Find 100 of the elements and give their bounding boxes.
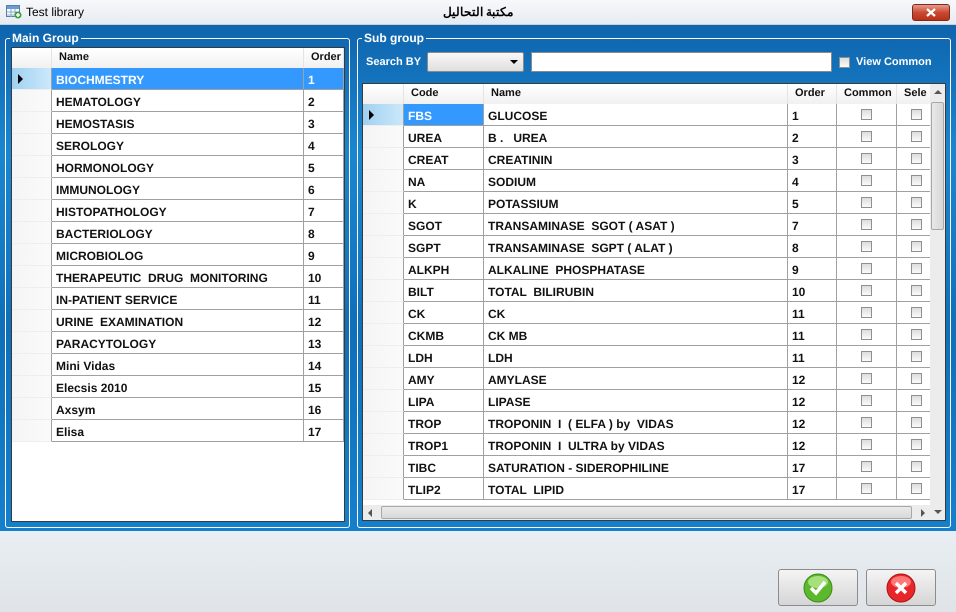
select-checkbox[interactable] bbox=[911, 153, 922, 164]
common-checkbox[interactable] bbox=[861, 483, 872, 494]
close-icon bbox=[886, 572, 916, 602]
table-cell: TIBC bbox=[404, 456, 484, 478]
table-cell: SGOT bbox=[404, 214, 484, 236]
table-cell: 12 bbox=[788, 412, 837, 434]
table-cell: TLIP2 bbox=[404, 478, 484, 500]
select-checkbox[interactable] bbox=[911, 285, 922, 296]
table-cell: 10 bbox=[304, 266, 344, 288]
row-header[interactable] bbox=[12, 68, 52, 90]
common-checkbox[interactable] bbox=[861, 109, 872, 120]
common-checkbox[interactable] bbox=[861, 461, 872, 472]
common-checkbox[interactable] bbox=[861, 153, 872, 164]
close-button[interactable] bbox=[912, 4, 950, 20]
table-cell: HEMATOLOGY bbox=[52, 90, 304, 112]
table-cell: BIOCHMESTRY bbox=[52, 68, 304, 90]
table-cell: TROPONIN I ULTRA by VIDAS bbox=[484, 434, 788, 456]
common-checkbox[interactable] bbox=[861, 351, 872, 362]
select-checkbox[interactable] bbox=[911, 241, 922, 252]
row-header[interactable] bbox=[363, 104, 404, 126]
common-checkbox[interactable] bbox=[861, 329, 872, 340]
common-checkbox[interactable] bbox=[861, 439, 872, 450]
table-cell: TROP1 bbox=[404, 434, 484, 456]
table-cell: LDH bbox=[404, 346, 484, 368]
table-cell: Axsym bbox=[52, 398, 304, 420]
search-field[interactable] bbox=[531, 52, 832, 72]
select-checkbox[interactable] bbox=[911, 175, 922, 186]
select-checkbox[interactable] bbox=[911, 109, 922, 120]
table-cell: 8 bbox=[304, 222, 344, 244]
table-cell: K bbox=[404, 192, 484, 214]
table-cell: 11 bbox=[788, 302, 837, 324]
select-checkbox[interactable] bbox=[911, 373, 922, 384]
ok-button[interactable] bbox=[778, 569, 858, 606]
table-cell: 17 bbox=[788, 478, 837, 500]
horizontal-scrollbar[interactable] bbox=[363, 505, 930, 520]
table-cell: 17 bbox=[304, 420, 344, 442]
table-cell: TROPONIN I ( ELFA ) by VIDAS bbox=[484, 412, 788, 434]
table-cell: NA bbox=[404, 170, 484, 192]
table-cell: TOTAL LIPID bbox=[484, 478, 788, 500]
table-cell: CKMB bbox=[404, 324, 484, 346]
table-cell: 8 bbox=[788, 236, 837, 258]
table-cell: 10 bbox=[788, 280, 837, 302]
group-title: Sub group bbox=[363, 31, 425, 45]
common-checkbox[interactable] bbox=[861, 197, 872, 208]
common-checkbox[interactable] bbox=[861, 373, 872, 384]
table-cell: FBS bbox=[404, 104, 484, 126]
table-cell: IN-PATIENT SERVICE bbox=[52, 288, 304, 310]
select-checkbox[interactable] bbox=[911, 439, 922, 450]
search-by-dropdown[interactable] bbox=[427, 52, 524, 72]
table-cell: MICROBIOLOG bbox=[52, 244, 304, 266]
column-header[interactable]: Name bbox=[484, 84, 788, 104]
common-checkbox[interactable] bbox=[861, 307, 872, 318]
select-checkbox[interactable] bbox=[911, 131, 922, 142]
select-checkbox[interactable] bbox=[911, 461, 922, 472]
table-cell: SODIUM bbox=[484, 170, 788, 192]
table-cell: 5 bbox=[788, 192, 837, 214]
column-header[interactable]: Common bbox=[837, 84, 897, 104]
table-cell: 7 bbox=[788, 214, 837, 236]
table-cell: 17 bbox=[788, 456, 837, 478]
table-cell: 4 bbox=[788, 170, 837, 192]
table-cell: Elecsis 2010 bbox=[52, 376, 304, 398]
table-cell: SATURATION - SIDEROPHILINE bbox=[484, 456, 788, 478]
select-checkbox[interactable] bbox=[911, 395, 922, 406]
select-checkbox[interactable] bbox=[911, 329, 922, 340]
common-checkbox[interactable] bbox=[861, 263, 872, 274]
table-cell: 7 bbox=[304, 200, 344, 222]
common-checkbox[interactable] bbox=[861, 285, 872, 296]
common-checkbox[interactable] bbox=[861, 395, 872, 406]
table-cell: 5 bbox=[304, 156, 344, 178]
select-checkbox[interactable] bbox=[911, 417, 922, 428]
common-checkbox[interactable] bbox=[861, 241, 872, 252]
cancel-button[interactable] bbox=[866, 569, 936, 606]
table-cell: THERAPEUTIC DRUG MONITORING bbox=[52, 266, 304, 288]
common-checkbox[interactable] bbox=[861, 175, 872, 186]
table-cell: 12 bbox=[788, 390, 837, 412]
table-cell: 15 bbox=[304, 376, 344, 398]
table-cell: 11 bbox=[788, 324, 837, 346]
table-cell: 9 bbox=[788, 258, 837, 280]
table-cell: HORMONOLOGY bbox=[52, 156, 304, 178]
table-cell: GLUCOSE bbox=[484, 104, 788, 126]
table-cell: 12 bbox=[788, 434, 837, 456]
table-cell: CREAT bbox=[404, 148, 484, 170]
common-checkbox[interactable] bbox=[861, 131, 872, 142]
table-cell: PARACYTOLOGY bbox=[52, 332, 304, 354]
select-checkbox[interactable] bbox=[911, 351, 922, 362]
select-checkbox[interactable] bbox=[911, 197, 922, 208]
table-cell: Mini Vidas bbox=[52, 354, 304, 376]
vertical-scrollbar[interactable] bbox=[930, 84, 945, 520]
select-checkbox[interactable] bbox=[911, 483, 922, 494]
window-title: Test library bbox=[26, 5, 84, 19]
table-cell: 2 bbox=[304, 90, 344, 112]
common-checkbox[interactable] bbox=[861, 417, 872, 428]
table-cell: BILT bbox=[404, 280, 484, 302]
select-checkbox[interactable] bbox=[911, 263, 922, 274]
select-checkbox[interactable] bbox=[911, 219, 922, 230]
common-checkbox[interactable] bbox=[861, 219, 872, 230]
select-checkbox[interactable] bbox=[911, 307, 922, 318]
view-common-checkbox[interactable] bbox=[839, 56, 850, 68]
table-cell: Elisa bbox=[52, 420, 304, 442]
column-header[interactable]: Order bbox=[788, 84, 837, 104]
